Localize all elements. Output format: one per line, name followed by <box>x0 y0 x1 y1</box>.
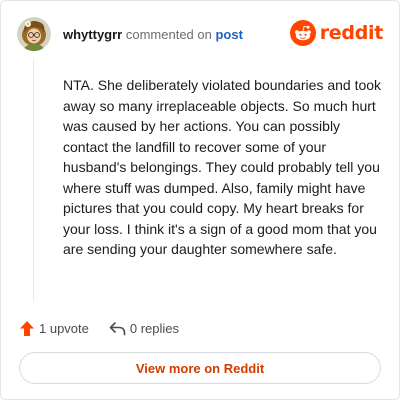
commented-on-text: commented on <box>125 27 212 42</box>
comment-embed-card: whyttygrr commented on post reddit NTA. … <box>0 0 400 400</box>
comment-actions: 1 upvote 0 replies <box>19 319 179 337</box>
replies-count: 0 replies <box>129 320 180 336</box>
reddit-logo[interactable]: reddit <box>289 18 384 48</box>
avatar[interactable] <box>17 17 51 51</box>
comment-body: NTA. She deliberately violated boundarie… <box>63 77 382 257</box>
comment-author[interactable]: whyttygrr <box>63 27 122 42</box>
upvote-count: 1 upvote <box>39 320 89 336</box>
comment-header: whyttygrr commented on post <box>63 27 243 42</box>
thread-line <box>33 59 34 301</box>
reddit-snoo-icon <box>289 20 316 46</box>
post-link[interactable]: post <box>215 27 242 42</box>
upvote-button[interactable]: 1 upvote <box>19 320 89 337</box>
reddit-wordmark: reddit <box>319 22 384 44</box>
upvote-arrow-icon <box>20 320 34 336</box>
view-more-on-reddit-button[interactable]: View more on Reddit <box>19 352 381 384</box>
replies-button[interactable]: 0 replies <box>109 321 179 336</box>
reply-arrow-icon <box>109 321 126 335</box>
